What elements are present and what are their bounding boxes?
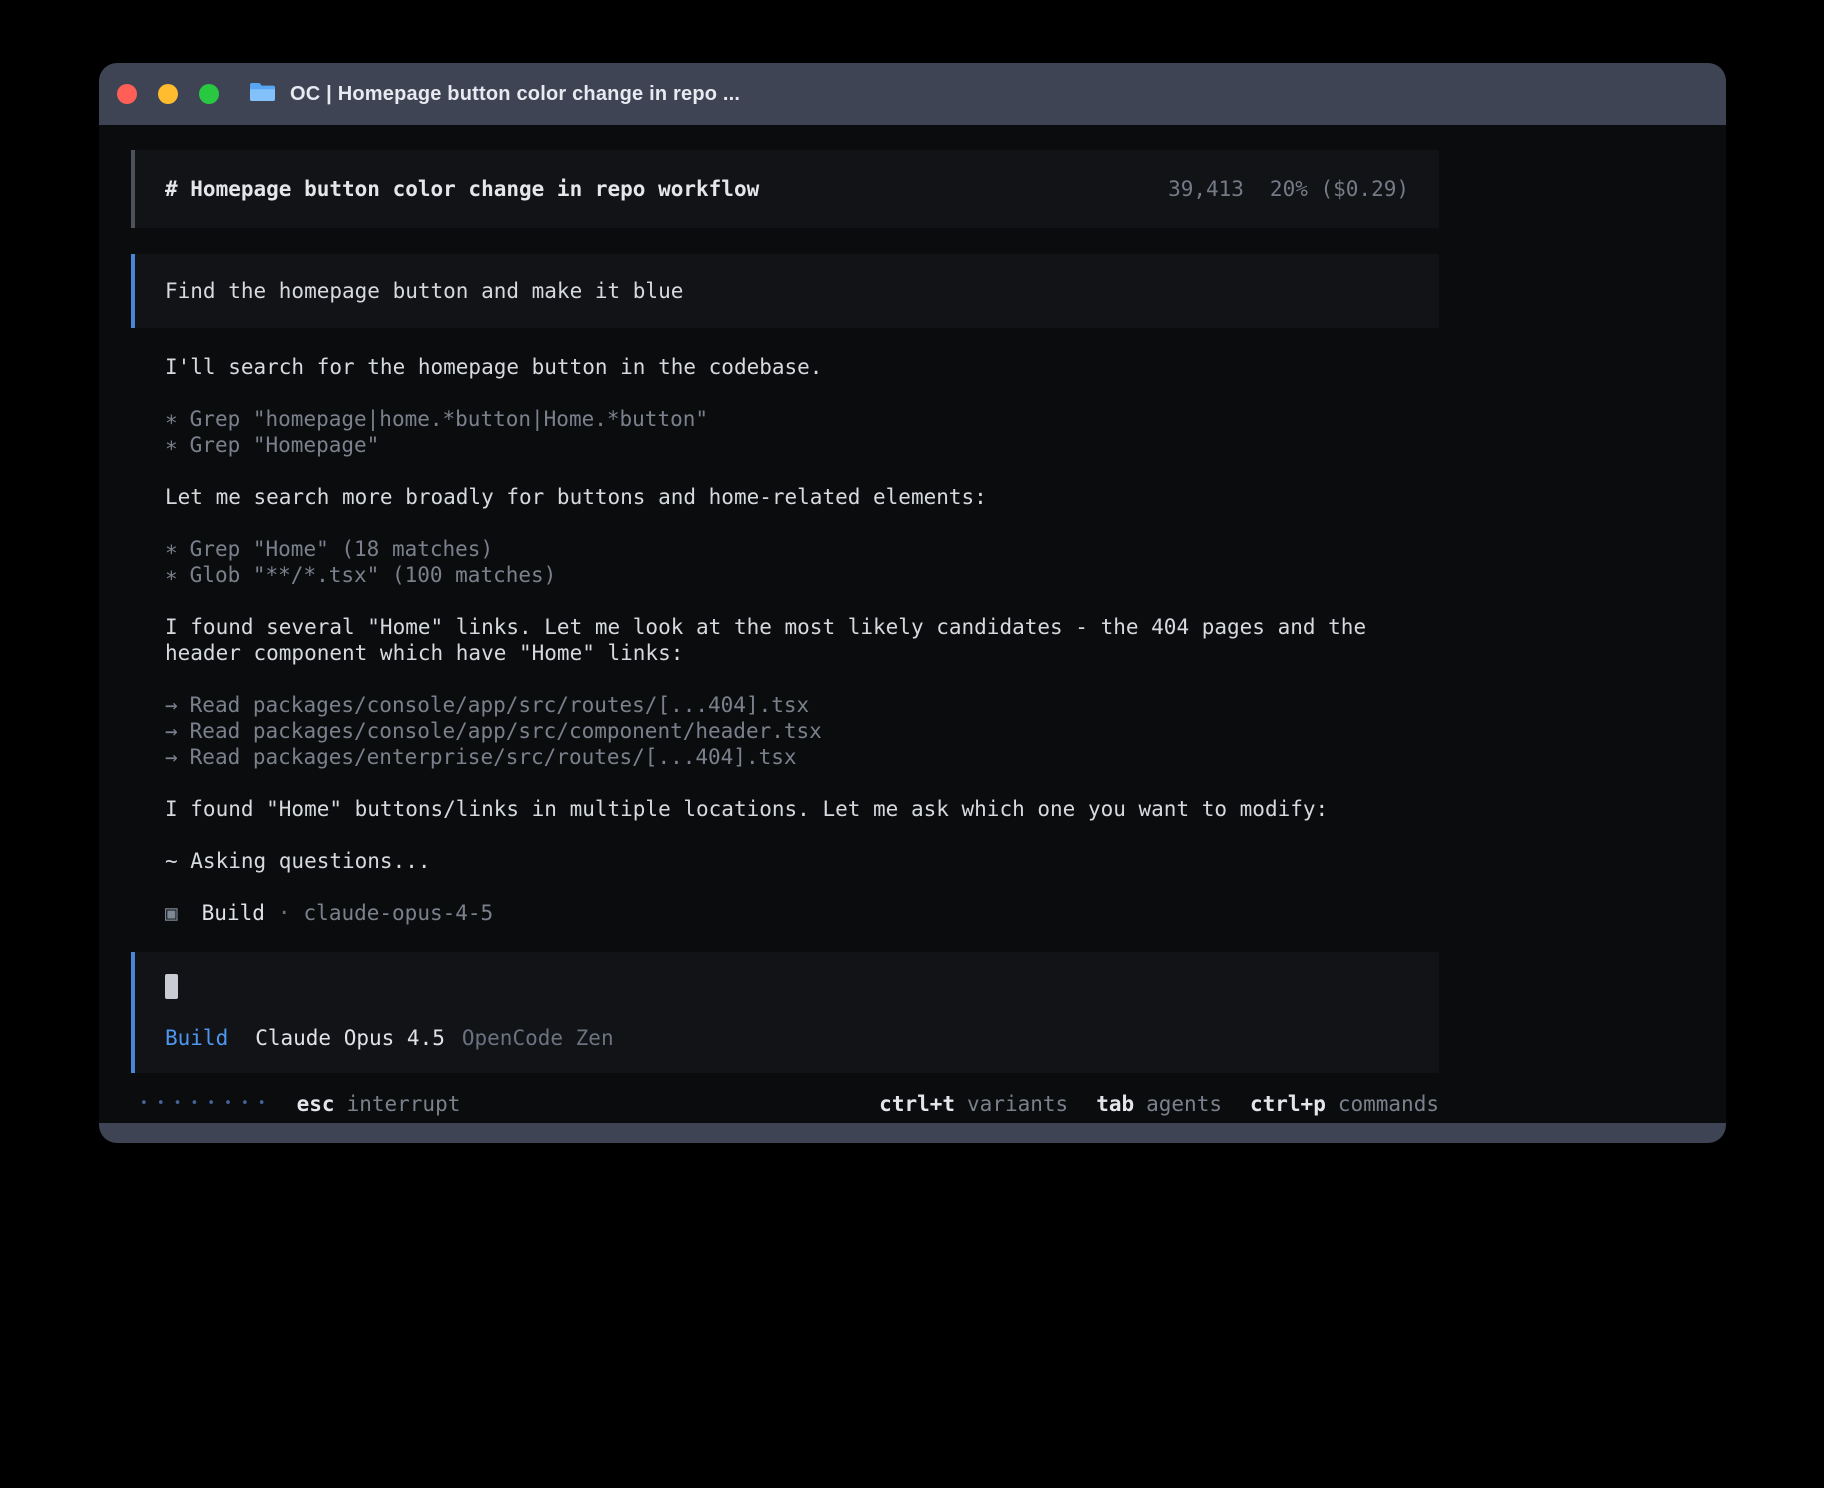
tool-bullet-icon: ∗ xyxy=(165,407,178,431)
assistant-text: Let me search more broadly for buttons a… xyxy=(165,484,1439,510)
token-count: 39,413 xyxy=(1168,176,1244,202)
user-message-text: Find the homepage button and make it blu… xyxy=(165,279,683,303)
status-bar: •••••••• esc interrupt ctrl+t variants t… xyxy=(131,1091,1439,1117)
tool-call-grep: ∗Grep "Homepage" xyxy=(165,432,1439,458)
titlebar[interactable]: OC | Homepage button color change in rep… xyxy=(99,63,1726,125)
agent-status: ▣ Build · claude-opus-4-5 xyxy=(165,900,1439,926)
shortcut-interrupt: esc interrupt xyxy=(297,1091,461,1117)
assistant-text: I'll search for the homepage button in t… xyxy=(165,354,1439,380)
title-area: OC | Homepage button color change in rep… xyxy=(249,81,740,107)
input-meta: Build Claude Opus 4.5 OpenCode Zen xyxy=(165,1025,1409,1051)
prompt-input[interactable]: Build Claude Opus 4.5 OpenCode Zen xyxy=(131,952,1439,1073)
arrow-icon: → xyxy=(165,693,178,717)
spinner-dots: •••••••• xyxy=(140,1091,275,1117)
shortcut-variants: ctrl+t variants xyxy=(879,1091,1068,1117)
assistant-text: I found several "Home" links. Let me loo… xyxy=(165,614,1439,666)
zoom-button[interactable] xyxy=(199,84,219,104)
traffic-lights xyxy=(117,84,219,104)
window-title: OC | Homepage button color change in rep… xyxy=(290,83,740,106)
agent-model: claude-opus-4-5 xyxy=(304,900,494,926)
provider-label: OpenCode Zen xyxy=(462,1025,614,1051)
tool-call-read: →Read packages/console/app/src/component… xyxy=(165,718,1439,744)
agent-name: Build xyxy=(202,900,265,926)
folder-icon xyxy=(249,81,276,107)
session-stats: 39,413 20% ($0.29) xyxy=(1168,176,1409,202)
terminal-window: OC | Homepage button color change in rep… xyxy=(99,63,1726,1143)
session-header: # Homepage button color change in repo w… xyxy=(131,150,1439,228)
tool-call-read: →Read packages/console/app/src/routes/[.… xyxy=(165,692,1439,718)
agent-icon: ▣ xyxy=(165,900,178,926)
minimize-button[interactable] xyxy=(158,84,178,104)
shortcut-commands: ctrl+p commands xyxy=(1250,1091,1439,1117)
tool-call-glob: ∗Glob "**/*.tsx" (100 matches) xyxy=(165,562,1439,588)
tool-call-read: →Read packages/enterprise/src/routes/[..… xyxy=(165,744,1439,770)
arrow-icon: → xyxy=(165,719,178,743)
close-button[interactable] xyxy=(117,84,137,104)
context-cost: 20% ($0.29) xyxy=(1270,176,1409,202)
tool-bullet-icon: ∗ xyxy=(165,537,178,561)
text-cursor xyxy=(165,974,178,999)
model-label: Claude Opus 4.5 xyxy=(255,1025,445,1051)
tool-bullet-icon: ∗ xyxy=(165,563,178,587)
tool-call-grep: ∗Grep "homepage|home.*button|Home.*butto… xyxy=(165,406,1439,432)
status-asking-questions: ~ Asking questions... xyxy=(165,848,1439,874)
agent-separator: · xyxy=(278,900,291,926)
assistant-text: I found "Home" buttons/links in multiple… xyxy=(165,796,1439,822)
terminal-content: # Homepage button color change in repo w… xyxy=(99,125,1726,1123)
user-message: Find the homepage button and make it blu… xyxy=(131,254,1439,328)
tool-call-grep: ∗Grep "Home" (18 matches) xyxy=(165,536,1439,562)
arrow-icon: → xyxy=(165,745,178,769)
mode-label[interactable]: Build xyxy=(165,1025,228,1051)
shortcut-agents: tab agents xyxy=(1096,1091,1222,1117)
shortcut-group: ctrl+t variants tab agents ctrl+p comman… xyxy=(879,1091,1439,1117)
assistant-transcript: I'll search for the homepage button in t… xyxy=(131,354,1439,926)
session-title: # Homepage button color change in repo w… xyxy=(165,176,759,202)
tool-bullet-icon: ∗ xyxy=(165,433,178,457)
